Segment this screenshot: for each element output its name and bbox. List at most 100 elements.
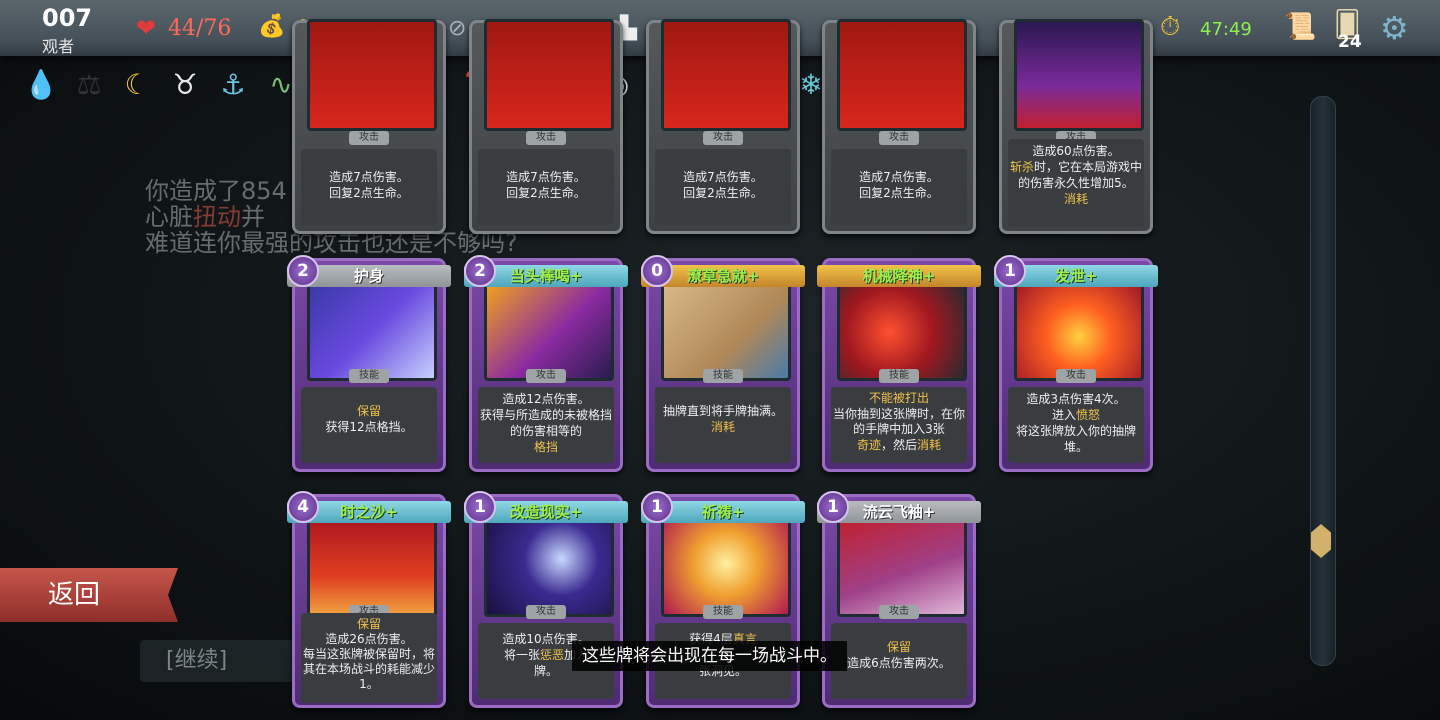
card-flying-sleeves[interactable]: 流云飞袖+ 1 攻击 保留 造成6点伤害两次。	[817, 491, 981, 708]
card-type-tag: 攻击	[526, 605, 566, 619]
card-art	[837, 19, 967, 131]
scrollbar-track[interactable]	[1310, 96, 1336, 666]
return-button[interactable]: 返回	[0, 568, 178, 622]
desc-line: 时，它在本局游戏中的伤害永久性增加5。	[1018, 160, 1143, 190]
card-cost: 1	[641, 491, 673, 523]
stopwatch-icon: ⏱	[1160, 12, 1181, 42]
desc-line: 造成7点伤害。	[859, 170, 939, 184]
horned-skull-relic-icon[interactable]: ♉	[166, 66, 204, 104]
card-cost: 1	[994, 255, 1026, 287]
continue-button[interactable]: [继续]	[140, 640, 316, 682]
desc-line: 造成7点伤害。	[329, 170, 409, 184]
card-pray[interactable]: 祈祷+ 1 技能 获得4层真言 张洞见。	[641, 491, 805, 708]
card-cost: 4	[287, 491, 319, 523]
desc-line: 将这张牌放入你的抽牌堆。	[1015, 424, 1136, 454]
desc-line: 每当这张牌被保留时，将其在本场战斗的耗能减少1。	[302, 647, 435, 691]
anchor-relic-icon[interactable]: ⚓	[214, 66, 252, 104]
hp-value: 44/76	[168, 16, 232, 41]
card-sands-of-time[interactable]: 时之沙+ 4 攻击 保留 造成26点伤害。 每当这张牌被保留时，将其在本场战斗的…	[287, 491, 451, 708]
card-art	[484, 283, 614, 381]
card-art	[837, 519, 967, 617]
water-drop-relic-icon[interactable]: 💧	[22, 66, 60, 104]
keyword: 斩杀	[1009, 160, 1034, 174]
gold-bag-icon: 💰	[258, 14, 286, 39]
desc-line: 造成7点伤害。	[506, 170, 586, 184]
desc-line: 回复2点生命。	[683, 186, 763, 200]
map-icon[interactable]: 📜	[1284, 12, 1316, 42]
card-strike[interactable]: 攻击 造成7点伤害。 回复2点生命。	[822, 19, 976, 234]
card-type-tag: 技能	[879, 369, 919, 383]
card-type-tag: 攻击	[703, 131, 743, 145]
event-line1: 你造成了854	[145, 177, 287, 205]
keyword: 不能被打出	[868, 391, 929, 405]
card-tantrum[interactable]: 发泄+ 1 攻击 造成3点伤害4次。 进入愤怒 将这张牌放入你的抽牌堆。	[994, 255, 1158, 472]
card-description: 保留 获得12点格挡。	[301, 387, 437, 463]
run-timer: 47:49	[1200, 19, 1252, 40]
keyword: 格挡	[533, 440, 558, 454]
character-number: 007	[42, 4, 93, 32]
keyword: 保留	[886, 640, 911, 654]
card-art	[1014, 19, 1144, 131]
card-type-tag: 技能	[349, 369, 389, 383]
event-line2-keyword: 扭动	[193, 203, 241, 231]
desc-line: 获得与所造成的未被格挡的伤害相等的	[479, 408, 612, 438]
card-art	[307, 283, 437, 381]
card-deus-ex-machina[interactable]: 机械降神+ 技能 不能被打出 当你抽到这张牌时，在你的手牌中加入3张 奇迹，然后…	[817, 258, 981, 472]
card-type-tag: 攻击	[879, 131, 919, 145]
keyword: 保留	[356, 617, 381, 631]
keyword: 保留	[356, 404, 381, 418]
card-strike[interactable]: 攻击 造成7点伤害。 回复2点生命。	[646, 19, 800, 234]
desc-line: 造成6点伤害两次。	[847, 656, 951, 670]
desc-line: 当你抽到这张牌时，在你的手牌中加入3张	[832, 406, 965, 437]
card-strike[interactable]: 攻击 造成7点伤害。 回复2点生命。	[292, 19, 446, 234]
card-type-tag: 技能	[703, 369, 743, 383]
desc-line: 造成3点伤害4次。	[1026, 392, 1126, 406]
desc-line: 抽牌直到将手牌抽满。	[662, 404, 783, 418]
desc-line: 造成26点伤害。	[325, 632, 413, 646]
keyword: 奇迹	[856, 437, 881, 452]
card-judgment[interactable]: 攻击 造成60点伤害。 斩杀时，它在本局游戏中的伤害永久性增加5。 消耗	[999, 19, 1153, 234]
golden-horn-relic-icon[interactable]: ☾	[118, 66, 156, 104]
card-scrawl[interactable]: 潦草急就+ 0 技能 抽牌直到将手牌抽满。 消耗	[641, 255, 805, 472]
desc-line: 造成12点伤害。	[502, 392, 590, 406]
card-type-tag: 攻击	[526, 369, 566, 383]
card-cost: 1	[464, 491, 496, 523]
card-description: 造成3点伤害4次。 进入愤怒 将这张牌放入你的抽牌堆。	[1008, 387, 1144, 463]
desc-line: 进入	[1051, 408, 1076, 422]
event-line2c: 并	[241, 203, 265, 231]
card-type-tag: 攻击	[526, 131, 566, 145]
card-description: 抽牌直到将手牌抽满。 消耗	[655, 387, 791, 463]
event-line2a: 心脏	[145, 203, 193, 231]
keyword: 消耗	[917, 437, 942, 452]
desc-line: 造成60点伤害。	[1032, 144, 1120, 158]
card-art	[661, 283, 791, 381]
card-cost: 1	[817, 491, 849, 523]
card-type-tag: 攻击	[349, 131, 389, 145]
card-art	[307, 519, 437, 617]
card-name: 机械降神+	[817, 265, 981, 287]
heart-icon: ❤	[136, 14, 157, 42]
desc-line: 造成7点伤害。	[683, 170, 763, 184]
card-description: 造成60点伤害。 斩杀时，它在本局游戏中的伤害永久性增加5。 消耗	[1008, 139, 1144, 227]
scales-relic-icon[interactable]: ⚖	[70, 66, 108, 104]
card-cost: 0	[641, 255, 673, 287]
card-art	[484, 19, 614, 131]
card-strike[interactable]: 攻击 造成7点伤害。 回复2点生命。	[469, 19, 623, 234]
card-crush-joints[interactable]: 当头棒喝+ 2 攻击 造成12点伤害。 获得与所造成的未被格挡的伤害相等的 格挡	[464, 255, 628, 472]
card-description: 造成7点伤害。 回复2点生命。	[301, 149, 437, 225]
desc-line: 将一张	[503, 648, 540, 662]
gear-icon[interactable]: ⚙	[1380, 9, 1409, 47]
card-carve-reality[interactable]: 改造现实+ 1 攻击 造成10点伤害。 将一张惩恶加入 牌。	[464, 491, 628, 708]
card-art	[484, 519, 614, 617]
card-protect[interactable]: 护身 2 技能 保留 获得12点格挡。	[287, 255, 451, 472]
card-description: 造成12点伤害。 获得与所造成的未被格挡的伤害相等的 格挡	[478, 387, 614, 463]
desc-line: 回复2点生命。	[506, 186, 586, 200]
card-art	[837, 283, 967, 381]
card-type-tag: 技能	[703, 605, 743, 619]
card-art	[661, 19, 791, 131]
card-art	[661, 519, 791, 617]
keyword: 愤怒	[1076, 408, 1101, 422]
card-cost: 2	[287, 255, 319, 287]
keyword: 惩恶	[539, 648, 564, 662]
card-description: 造成7点伤害。 回复2点生命。	[478, 149, 614, 225]
